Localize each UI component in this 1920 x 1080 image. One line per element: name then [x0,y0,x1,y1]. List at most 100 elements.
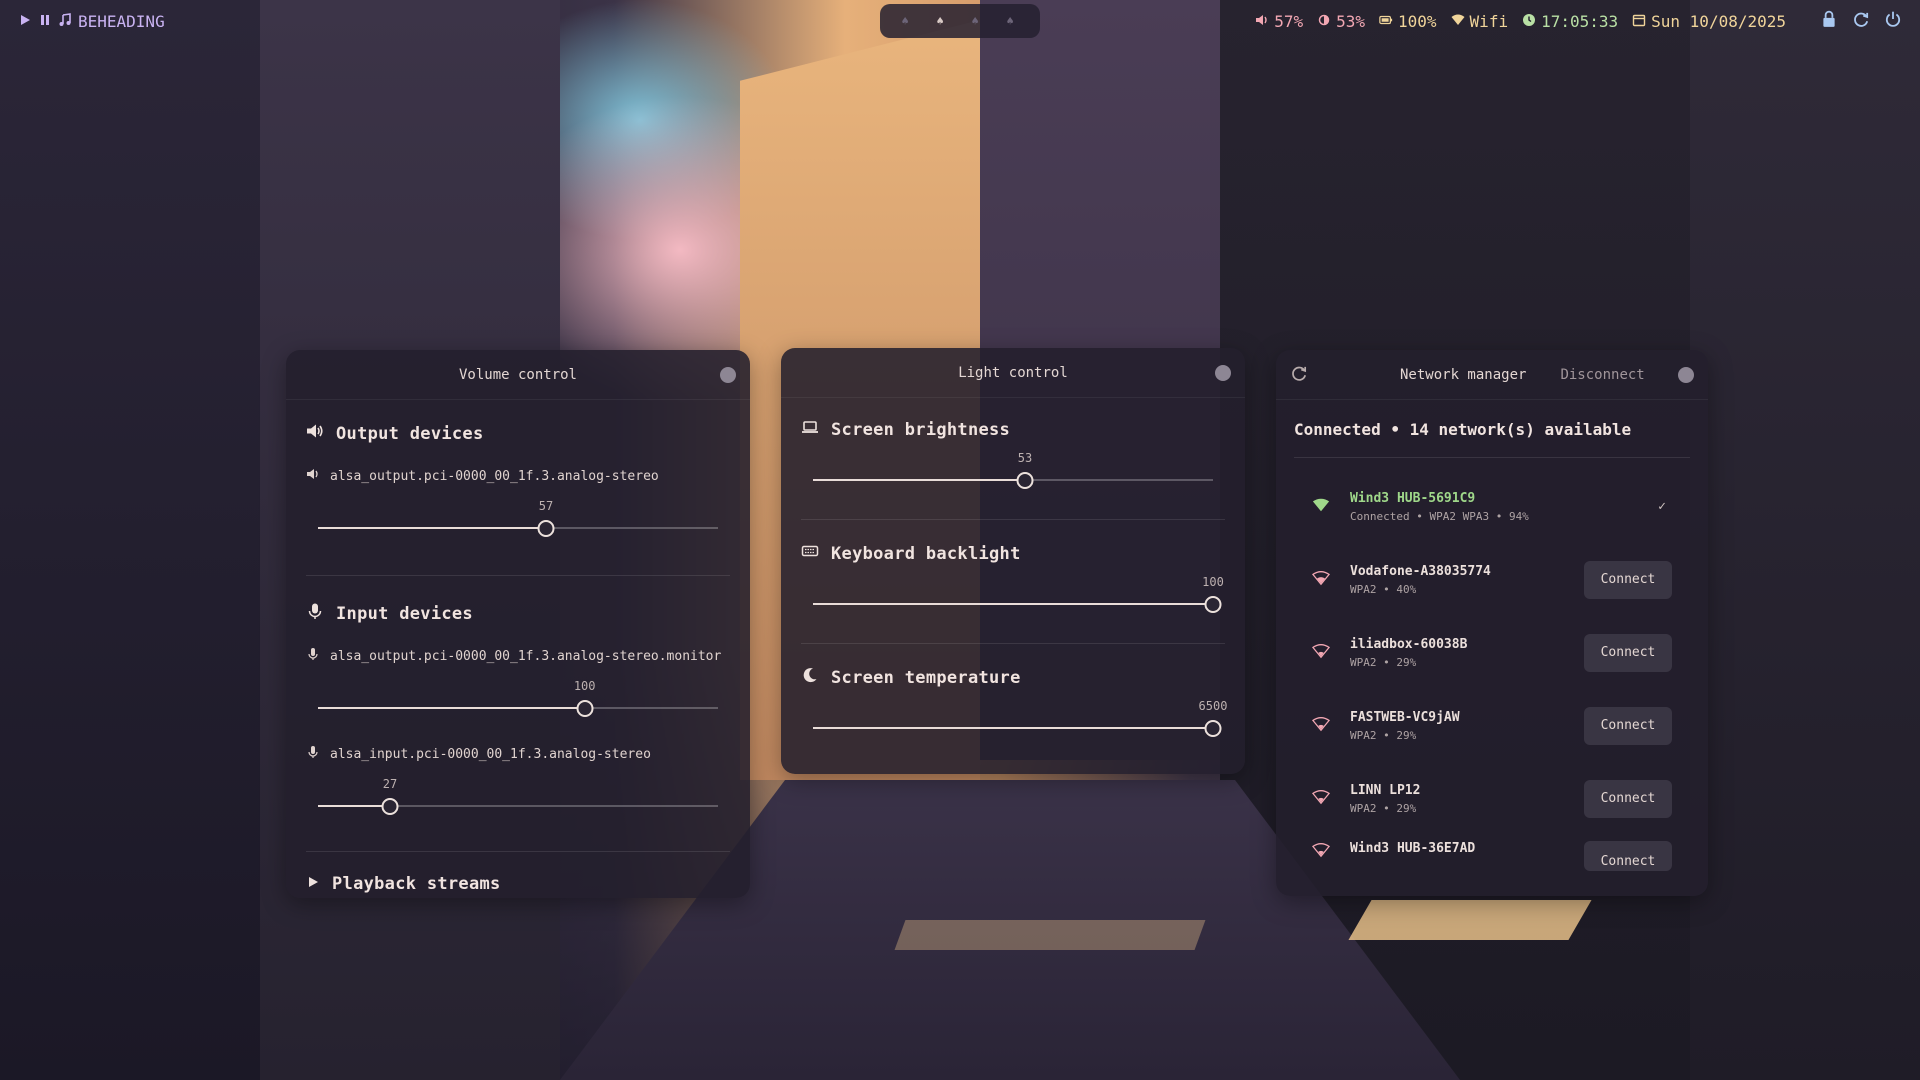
pause-icon[interactable] [38,12,52,31]
light-panel-close-button[interactable] [1215,364,1231,381]
volume-value: 57% [1274,11,1304,31]
network-status: Connected • 14 network(s) available [1294,420,1632,439]
network-item: Wind3 HUB-36E7AD Connect [1294,835,1690,885]
volume-panel-close-button[interactable] [720,366,736,383]
workspace-3[interactable]: ♠ [972,14,984,28]
network-ssid: FASTWEB-VC9jAW [1350,709,1460,725]
input-monitor-volume-slider[interactable]: 100 [318,679,718,723]
light-panel-title: Light control [958,364,1068,381]
input-device-row: alsa_output.pci-0000_00_1f.3.analog-ster… [306,647,730,665]
now-playing-title[interactable]: BEHEADING [78,12,165,31]
play-icon[interactable] [18,12,32,31]
microphone-icon [306,647,320,665]
input-device-name: alsa_output.pci-0000_00_1f.3.analog-ster… [330,648,722,664]
network-indicator[interactable]: Wifi [1451,11,1509,31]
slider-handle[interactable] [1016,472,1034,489]
keyboard-backlight-slider[interactable]: 100 [813,575,1224,619]
slider-value: 27 [382,777,398,791]
connect-button[interactable]: Connect [1584,841,1672,871]
network-item-connected[interactable]: Wind3 HUB-5691C9 Connected • WPA2 WPA3 •… [1294,470,1690,543]
network-panel-close-button[interactable] [1678,366,1694,383]
network-name: Wifi [1469,11,1509,31]
screen-brightness-slider[interactable]: 53 [813,451,1213,495]
playback-streams-toggle[interactable]: Playback streams [306,874,730,894]
keyboard-icon [801,542,819,565]
network-item: iliadbox-60038B WPA2 • 29% Connect [1294,616,1690,689]
volume-control-panel: Volume control Output devices alsa_outpu… [286,350,750,898]
network-detail: WPA2 • 29% [1350,728,1417,742]
slider-handle[interactable] [537,520,555,537]
slider-value: 57 [538,499,554,513]
output-devices-heading: Output devices [306,422,730,445]
microphone-icon [306,745,320,763]
wifi-signal-icon [1312,569,1330,591]
network-panel-header: Network manager Disconnect [1276,350,1708,400]
clock-time: 17:05:33 [1541,11,1619,31]
workspace-2[interactable]: ♠ [937,14,949,28]
expand-triangle-icon [306,874,320,894]
network-manager-panel: Network manager Disconnect Connected • 1… [1276,350,1708,896]
output-device-name: alsa_output.pci-0000_00_1f.3.analog-ster… [330,468,659,484]
volume-panel-header: Volume control [286,350,750,400]
keyboard-backlight-heading: Keyboard backlight [801,542,1225,565]
input-device-name: alsa_input.pci-0000_00_1f.3.analog-stere… [330,746,651,762]
screen-temperature-title: Screen temperature [831,667,1021,688]
volume-indicator[interactable]: 57% [1255,12,1303,31]
slider-handle[interactable] [1204,720,1222,737]
moon-icon [801,666,819,689]
input-volume-slider[interactable]: 27 [318,777,718,821]
clock-icon [1522,12,1536,31]
output-volume-slider[interactable]: 57 [318,499,718,543]
connected-check-icon: ✓ [1658,499,1666,514]
clock[interactable]: 17:05:33 [1522,12,1618,31]
connect-button[interactable]: Connect [1584,560,1672,599]
network-detail: WPA2 • 29% [1350,801,1417,815]
screen-brightness-heading: Screen brightness [801,418,1225,441]
lock-icon[interactable] [1820,10,1838,32]
calendar-icon [1632,12,1646,31]
playback-streams-title: Playback streams [332,874,501,894]
network-detail: WPA2 • 29% [1350,655,1417,669]
brightness-indicator[interactable]: 53% [1317,12,1365,31]
network-list: Wind3 HUB-5691C9 Connected • WPA2 WPA3 •… [1294,470,1690,885]
battery-indicator[interactable]: 100% [1379,12,1437,31]
network-ssid: Vodafone-A38035774 [1350,563,1491,579]
refresh-icon[interactable] [1852,10,1870,32]
brightness-icon [1317,12,1331,31]
disconnect-button[interactable]: Disconnect [1560,367,1644,383]
network-detail: Connected • WPA2 WPA3 • 94% [1350,509,1529,523]
workspace-4[interactable]: ♠ [1007,14,1019,28]
brightness-value: 53% [1336,11,1366,31]
input-devices-heading: Input devices [306,602,730,625]
workspace-switcher: ♠ ♠ ♠ ♠ [880,4,1040,38]
network-ssid: iliadbox-60038B [1350,636,1468,652]
connect-button[interactable]: Connect [1584,779,1672,818]
keyboard-backlight-title: Keyboard backlight [831,543,1021,564]
screen-temperature-slider[interactable]: 6500 [813,699,1227,743]
network-ssid: LINN LP12 [1350,782,1421,798]
workspace-1[interactable]: ♠ [902,14,914,28]
slider-value: 100 [573,679,596,693]
wifi-signal-icon [1312,788,1330,810]
screen-brightness-title: Screen brightness [831,419,1011,440]
slider-handle[interactable] [576,700,594,717]
power-icon[interactable] [1884,10,1902,32]
slider-value: 100 [1202,575,1224,589]
date-text: Sun 10/08/2025 [1651,11,1786,31]
date[interactable]: Sun 10/08/2025 [1632,12,1786,31]
wifi-signal-icon [1312,841,1330,863]
slider-handle[interactable] [381,798,399,815]
speaker-icon [306,422,324,445]
slider-handle[interactable] [1204,596,1222,613]
music-note-icon [58,12,72,31]
refresh-icon[interactable] [1290,364,1308,386]
connect-button[interactable]: Connect [1584,706,1672,745]
microphone-icon [306,602,324,625]
battery-value: 100% [1398,11,1437,31]
input-device-row: alsa_input.pci-0000_00_1f.3.analog-stere… [306,745,730,763]
connect-button[interactable]: Connect [1584,633,1672,672]
volume-panel-title: Volume control [458,366,577,383]
media-controls: BEHEADING [18,12,165,31]
speaker-icon [306,467,320,485]
wifi-signal-icon [1312,642,1330,664]
